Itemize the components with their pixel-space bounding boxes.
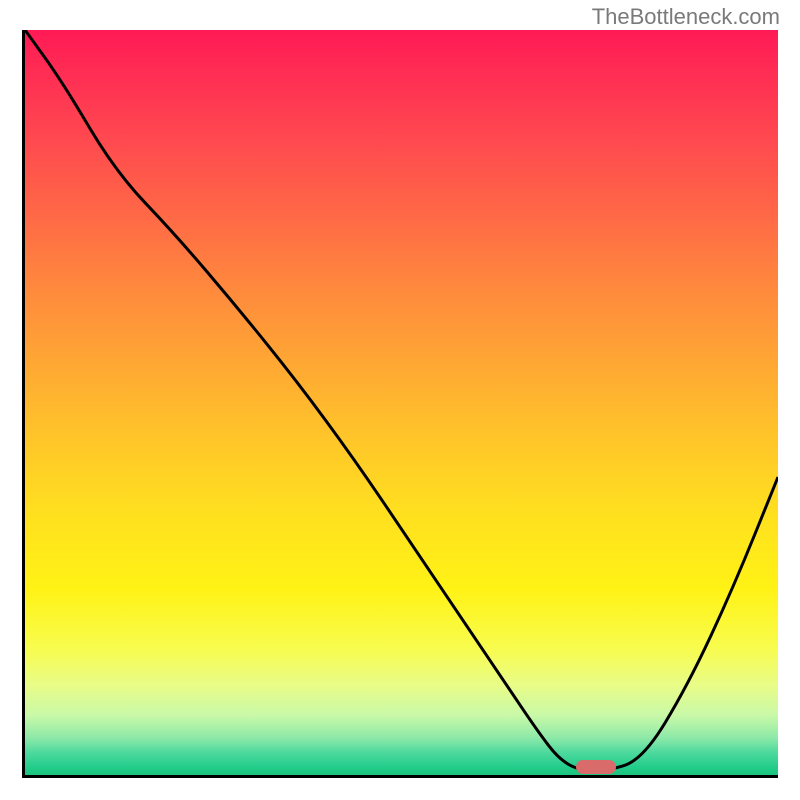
optimal-marker	[576, 760, 616, 774]
bottleneck-curve	[25, 30, 778, 771]
watermark-text: TheBottleneck.com	[592, 4, 780, 30]
curve-svg	[25, 30, 778, 775]
chart-plot-area	[22, 30, 778, 778]
